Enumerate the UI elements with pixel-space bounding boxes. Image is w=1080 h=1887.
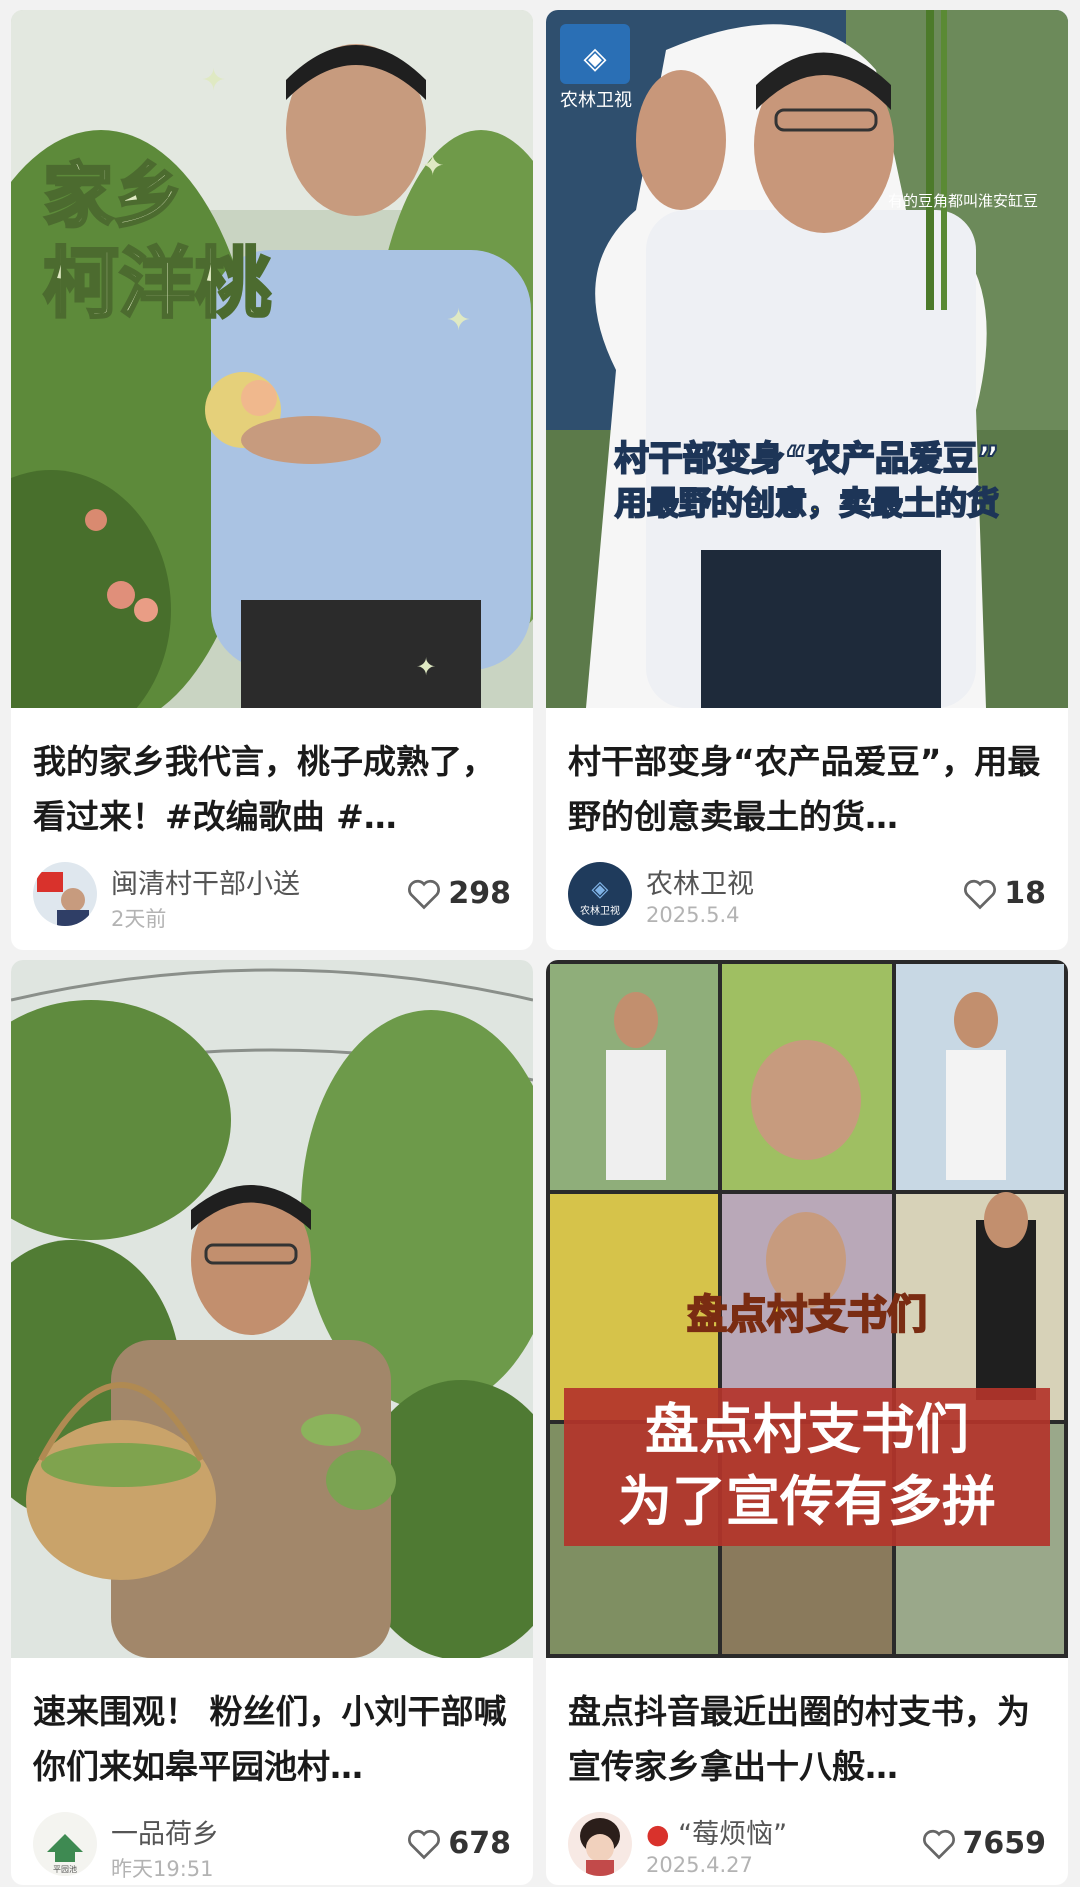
card-title[interactable]: 盘点抖音最近出圈的村支书，为宣传家乡拿出十八般… — [568, 1684, 1046, 1794]
like-count-value: 7659 — [962, 1826, 1047, 1861]
feed-card-4[interactable]: 盘点村支书们 盘点村支书们 为了宣传有多拼 盘点抖音最近出圈的村支书，为宣传家乡… — [546, 960, 1068, 1885]
corner-caption: 有的豆角都叫淮安缸豆 — [888, 192, 1038, 210]
like-count[interactable]: 298 — [406, 876, 511, 911]
like-count[interactable]: 18 — [962, 876, 1046, 911]
overlay-caption-line1: 盘点村支书们 — [645, 1398, 969, 1461]
author-name[interactable]: ● “莓烦恼” — [646, 1812, 787, 1851]
feed-card-1[interactable]: 家乡 柯洋桃 ✦ ✦ ✦ ✦ 我的家乡我代言，桃子成熟了，看过来！#改编歌曲 #… — [11, 10, 533, 950]
overlay-text-line2: 柯洋桃 — [43, 239, 271, 328]
svg-text:◈: ◈ — [592, 877, 609, 902]
card-title[interactable]: 速来围观！ 粉丝们，小刘干部喊你们来如皋平园池村… — [33, 1684, 511, 1794]
card-thumbnail[interactable]: 盘点村支书们 盘点村支书们 为了宣传有多拼 — [546, 960, 1068, 1658]
card-thumbnail[interactable]: ◈ 农林卫视 有的豆角都叫淮安缸豆 村干部变身“农产品爱豆” 用最野的创意，卖最… — [546, 10, 1068, 708]
post-date: 2025.4.27 — [646, 1853, 753, 1877]
balloon-icon: ● — [646, 1819, 670, 1850]
heart-icon[interactable] — [962, 877, 998, 911]
svg-text:✦: ✦ — [446, 303, 471, 338]
card-thumbnail[interactable]: 家乡 柯洋桃 ✦ ✦ ✦ ✦ — [11, 10, 533, 708]
post-date: 2025.5.4 — [646, 903, 740, 927]
author-avatar[interactable]: ◈ 农林卫视 — [568, 862, 632, 926]
post-date: 昨天19:51 — [111, 1857, 214, 1881]
svg-text:✦: ✦ — [416, 653, 436, 681]
card-title[interactable]: 我的家乡我代言，桃子成熟了，看过来！#改编歌曲 #… — [33, 734, 511, 844]
overlay-caption-line1: 村干部变身“农产品爱豆” — [615, 439, 1000, 479]
heart-icon[interactable] — [406, 877, 442, 911]
peach-orchard-image: 家乡 柯洋桃 ✦ ✦ ✦ ✦ — [11, 10, 533, 708]
feed-grid: 家乡 柯洋桃 ✦ ✦ ✦ ✦ 我的家乡我代言，桃子成熟了，看过来！#改编歌曲 #… — [0, 0, 1080, 1887]
like-count[interactable]: 678 — [406, 1826, 511, 1861]
card-thumbnail[interactable] — [11, 960, 533, 1658]
svg-text:◈: ◈ — [583, 41, 606, 76]
collage-image: 盘点村支书们 盘点村支书们 为了宣传有多拼 — [546, 960, 1068, 1658]
author-avatar[interactable] — [568, 1812, 632, 1876]
author-name[interactable]: 闽清村干部小送 — [111, 862, 300, 901]
like-count-value: 18 — [1004, 876, 1046, 911]
village-official-image: ◈ 农林卫视 有的豆角都叫淮安缸豆 村干部变身“农产品爱豆” 用最野的创意，卖最… — [546, 10, 1068, 708]
author-name-text: “莓烦恼” — [678, 1819, 788, 1850]
author-avatar[interactable]: 平园池 — [33, 1812, 97, 1876]
author-name[interactable]: 一品荷乡 — [111, 1812, 219, 1851]
svg-text:✦: ✦ — [421, 149, 444, 182]
channel-logo-text: 农林卫视 — [560, 90, 632, 111]
post-date: 2天前 — [111, 907, 167, 931]
svg-text:农林卫视: 农林卫视 — [580, 904, 620, 917]
overlay-text-line1: 家乡 — [43, 155, 183, 237]
feed-card-2[interactable]: ◈ 农林卫视 有的豆角都叫淮安缸豆 村干部变身“农产品爱豆” 用最野的创意，卖最… — [546, 10, 1068, 950]
card-title[interactable]: 村干部变身“农产品爱豆”，用最野的创意卖最土的货… — [568, 734, 1046, 844]
like-count-value: 298 — [448, 876, 511, 911]
overlay-caption-line2: 用最野的创意，卖最土的货 — [615, 484, 999, 522]
author-name[interactable]: 农林卫视 — [646, 862, 754, 901]
feed-card-3[interactable]: 速来围观！ 粉丝们，小刘干部喊你们来如皋平园池村… 平园池 一品荷乡 昨天19:… — [11, 960, 533, 1885]
overlay-caption-line2: 为了宣传有多拼 — [618, 1470, 996, 1533]
overlay-caption-small: 盘点村支书们 — [687, 1292, 927, 1338]
heart-icon[interactable] — [406, 1827, 442, 1861]
svg-text:✦: ✦ — [201, 63, 226, 98]
greenhouse-image — [11, 960, 533, 1658]
heart-icon[interactable] — [921, 1827, 957, 1861]
svg-text:平园池: 平园池 — [53, 1864, 77, 1874]
like-count[interactable]: 7659 — [921, 1826, 1047, 1861]
like-count-value: 678 — [448, 1826, 511, 1861]
author-avatar[interactable] — [33, 862, 97, 926]
